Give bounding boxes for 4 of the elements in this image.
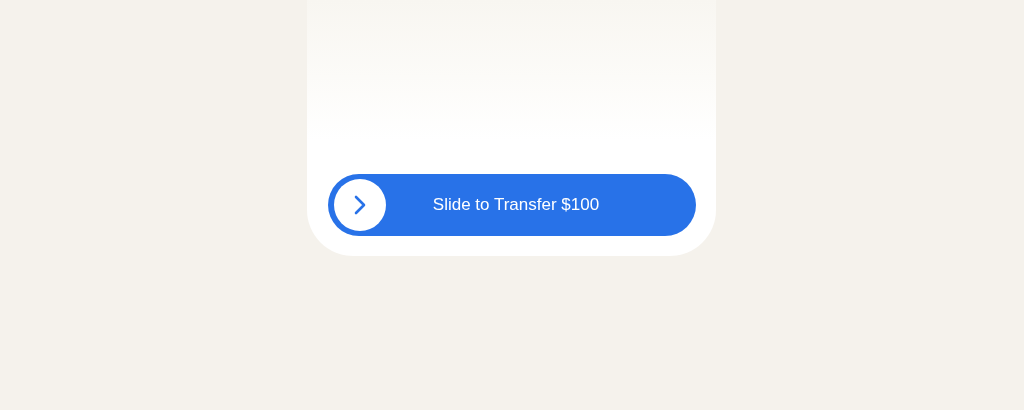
slide-track[interactable]: Slide to Transfer $100 (328, 174, 696, 236)
chevron-right-icon (354, 195, 366, 215)
slider-label: Slide to Transfer $100 (431, 194, 600, 217)
slider-thumb[interactable] (334, 179, 386, 231)
